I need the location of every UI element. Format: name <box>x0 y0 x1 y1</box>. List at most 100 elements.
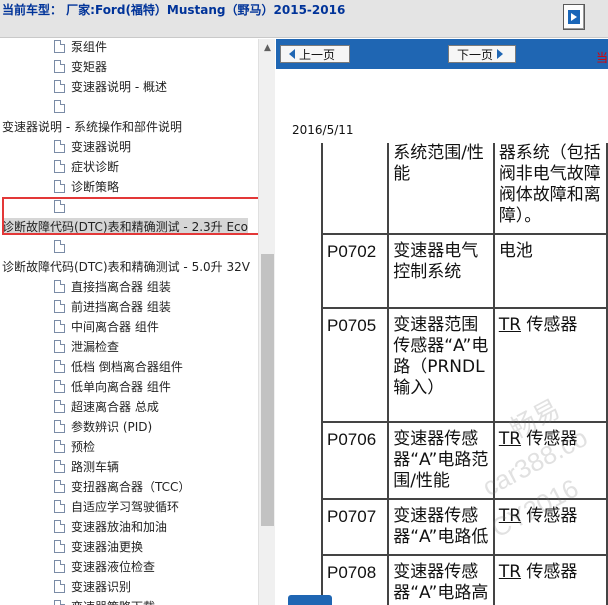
tree-scrollbar[interactable]: ▲ <box>258 39 275 605</box>
tree-item[interactable]: 变速器说明 <box>54 136 131 156</box>
next-page-button[interactable]: 下一页 <box>448 45 516 63</box>
tr-link[interactable]: TR <box>499 315 521 335</box>
tree-item[interactable]: 变扭器离合器（TCC） <box>54 476 190 496</box>
tree-item-label: 变扭器离合器（TCC） <box>71 479 191 494</box>
document-icon <box>54 79 65 93</box>
tree-item[interactable]: 参数辨识 (PID) <box>54 416 152 436</box>
tree-item-label: 变速器油更换 <box>71 539 144 554</box>
dtc-row: P0705 变速器范围传感器“A”电路（PRNDL输入） TR 传感器 <box>320 307 608 423</box>
tree-item[interactable]: 泵组件 <box>54 39 107 56</box>
document-icon <box>54 339 65 353</box>
tree-item[interactable]: 诊断故障代码(DTC)表和精确测试 - 5.0升 32V <box>2 256 250 276</box>
tree-item[interactable]: 变速器识别 <box>54 576 131 596</box>
document-icon <box>54 279 65 293</box>
document-icon <box>54 319 65 333</box>
tree-item-label: 变速器放油和加油 <box>71 519 168 534</box>
document-date: 2016/5/11 <box>292 123 354 137</box>
cause-text: 传感器 <box>521 562 578 582</box>
document-view: 上一页 下一页 当 2016/5/11 系统范围/性能 器系统（包括阀非电气故障阀… <box>276 39 608 605</box>
tree-item[interactable] <box>54 96 71 116</box>
tree-item[interactable]: 变速器液位检查 <box>54 556 155 576</box>
prev-page-button[interactable]: 上一页 <box>280 45 350 63</box>
tree-item[interactable]: 预检 <box>54 436 95 456</box>
dtc-description: 变速器传感器“A”电路低 <box>387 498 495 556</box>
pager-red-mark: 当 <box>595 51 608 65</box>
tree-item[interactable]: 变速器策略下载 <box>54 596 155 605</box>
scroll-thumb[interactable] <box>261 254 274 526</box>
tree-item-label: 变速器说明 - 概述 <box>71 79 167 94</box>
document-icon <box>54 539 65 553</box>
dtc-description: 变速器传感器“A”电路范围/性能 <box>387 421 495 500</box>
document-icon <box>54 459 65 473</box>
cause-text: 传感器 <box>521 315 578 335</box>
tree-item[interactable]: 变速器说明 - 系统操作和部件说明 <box>2 116 182 136</box>
dtc-possible-cause: 器系统（包括阀非电气故障阀体故障和离障）。 <box>492 143 608 235</box>
document-icon <box>54 159 65 173</box>
bottom-tab[interactable] <box>288 595 332 605</box>
tree-item[interactable]: 直接挡离合器 组装 <box>54 276 171 296</box>
dtc-code: P0706 <box>320 421 390 500</box>
tree-item[interactable]: 变速器放油和加油 <box>54 516 167 536</box>
tree-item[interactable]: 低单向离合器 组件 <box>54 376 171 396</box>
document-icon <box>54 519 65 533</box>
scroll-up-icon[interactable]: ▲ <box>259 39 276 56</box>
dtc-description: 变速器传感器“A”电路高 <box>387 554 495 605</box>
tree-item[interactable]: 自适应学习驾驶循环 <box>54 496 179 516</box>
tree-item-label: 路测车辆 <box>71 459 120 474</box>
tree-item-label: 症状诊断 <box>71 159 120 174</box>
tree-item-label: 预检 <box>71 439 96 454</box>
document-icon <box>54 579 65 593</box>
tree-item[interactable]: 前进挡离合器 组装 <box>54 296 171 316</box>
dtc-description: 系统范围/性能 <box>387 143 495 235</box>
tree-item-label: 变速器识别 <box>71 579 132 594</box>
tree-item[interactable]: 中间离合器 组件 <box>54 316 159 336</box>
tree-item[interactable]: 变速器说明 - 概述 <box>54 76 167 96</box>
document-icon <box>54 499 65 513</box>
dtc-row: P0708 变速器传感器“A”电路高 TR 传感器 <box>320 554 608 605</box>
tree-item[interactable] <box>54 236 71 256</box>
tree-item-label: 超速离合器 总成 <box>71 399 159 414</box>
document-icon <box>54 59 65 73</box>
selected-highlight-box <box>2 197 264 235</box>
document-icon <box>54 39 65 53</box>
tree-item[interactable]: 变矩器 <box>54 56 107 76</box>
dtc-table: 系统范围/性能 器系统（包括阀非电气故障阀体故障和离障）。 P0702 变速器电气控制… <box>320 143 608 605</box>
tree-item-label: 变速器说明 <box>71 139 132 154</box>
tree-item-label: 中间离合器 组件 <box>71 319 159 334</box>
dtc-row: 系统范围/性能 器系统（包括阀非电气故障阀体故障和离障）。 <box>320 143 608 235</box>
tr-link[interactable]: TR <box>499 562 521 582</box>
prev-page-label: 上一页 <box>299 47 336 62</box>
document-icon <box>54 599 65 605</box>
tree-item[interactable]: 低档 倒档离合器组件 <box>54 356 183 376</box>
dtc-code: P0707 <box>320 498 390 556</box>
tree-item[interactable]: 路测车辆 <box>54 456 119 476</box>
tree-item-label: 变速器说明 - 系统操作和部件说明 <box>2 119 182 134</box>
tree-item-label: 低档 倒档离合器组件 <box>71 359 183 374</box>
document-icon <box>54 479 65 493</box>
tree-item[interactable]: 变速器油更换 <box>54 536 143 556</box>
document-icon <box>54 399 65 413</box>
next-page-label: 下一页 <box>457 47 494 62</box>
vehicle-title: 当前车型： 厂家:Ford(福特）Mustang（野马）2015-2016 <box>2 3 346 17</box>
pager-bar: 上一页 下一页 当 <box>276 39 608 69</box>
tree-item-label: 泵组件 <box>71 39 108 54</box>
tree-item-label: 直接挡离合器 组装 <box>71 279 171 294</box>
forward-play-button[interactable] <box>563 4 585 30</box>
document-icon <box>54 359 65 373</box>
tree-item[interactable]: 症状诊断 <box>54 156 119 176</box>
arrow-right-icon <box>497 49 504 59</box>
tree-item[interactable]: 超速离合器 总成 <box>54 396 159 416</box>
tree-item-label: 泄漏检查 <box>71 339 120 354</box>
dtc-row: P0702 变速器电气控制系统 电池 <box>320 233 608 309</box>
dtc-description: 变速器范围传感器“A”电路（PRNDL输入） <box>387 307 495 423</box>
document-icon <box>54 379 65 393</box>
document-icon <box>54 439 65 453</box>
document-icon <box>54 99 65 113</box>
tree-item[interactable]: 泄漏检查 <box>54 336 119 356</box>
title-bar: 当前车型： 厂家:Ford(福特）Mustang（野马）2015-2016 <box>0 0 608 38</box>
tree-item-label: 变速器液位检查 <box>71 559 156 574</box>
arrow-left-icon <box>289 49 295 59</box>
dtc-description: 变速器电气控制系统 <box>387 233 495 309</box>
document-icon <box>54 299 65 313</box>
tree-item[interactable]: 诊断策略 <box>54 176 119 196</box>
